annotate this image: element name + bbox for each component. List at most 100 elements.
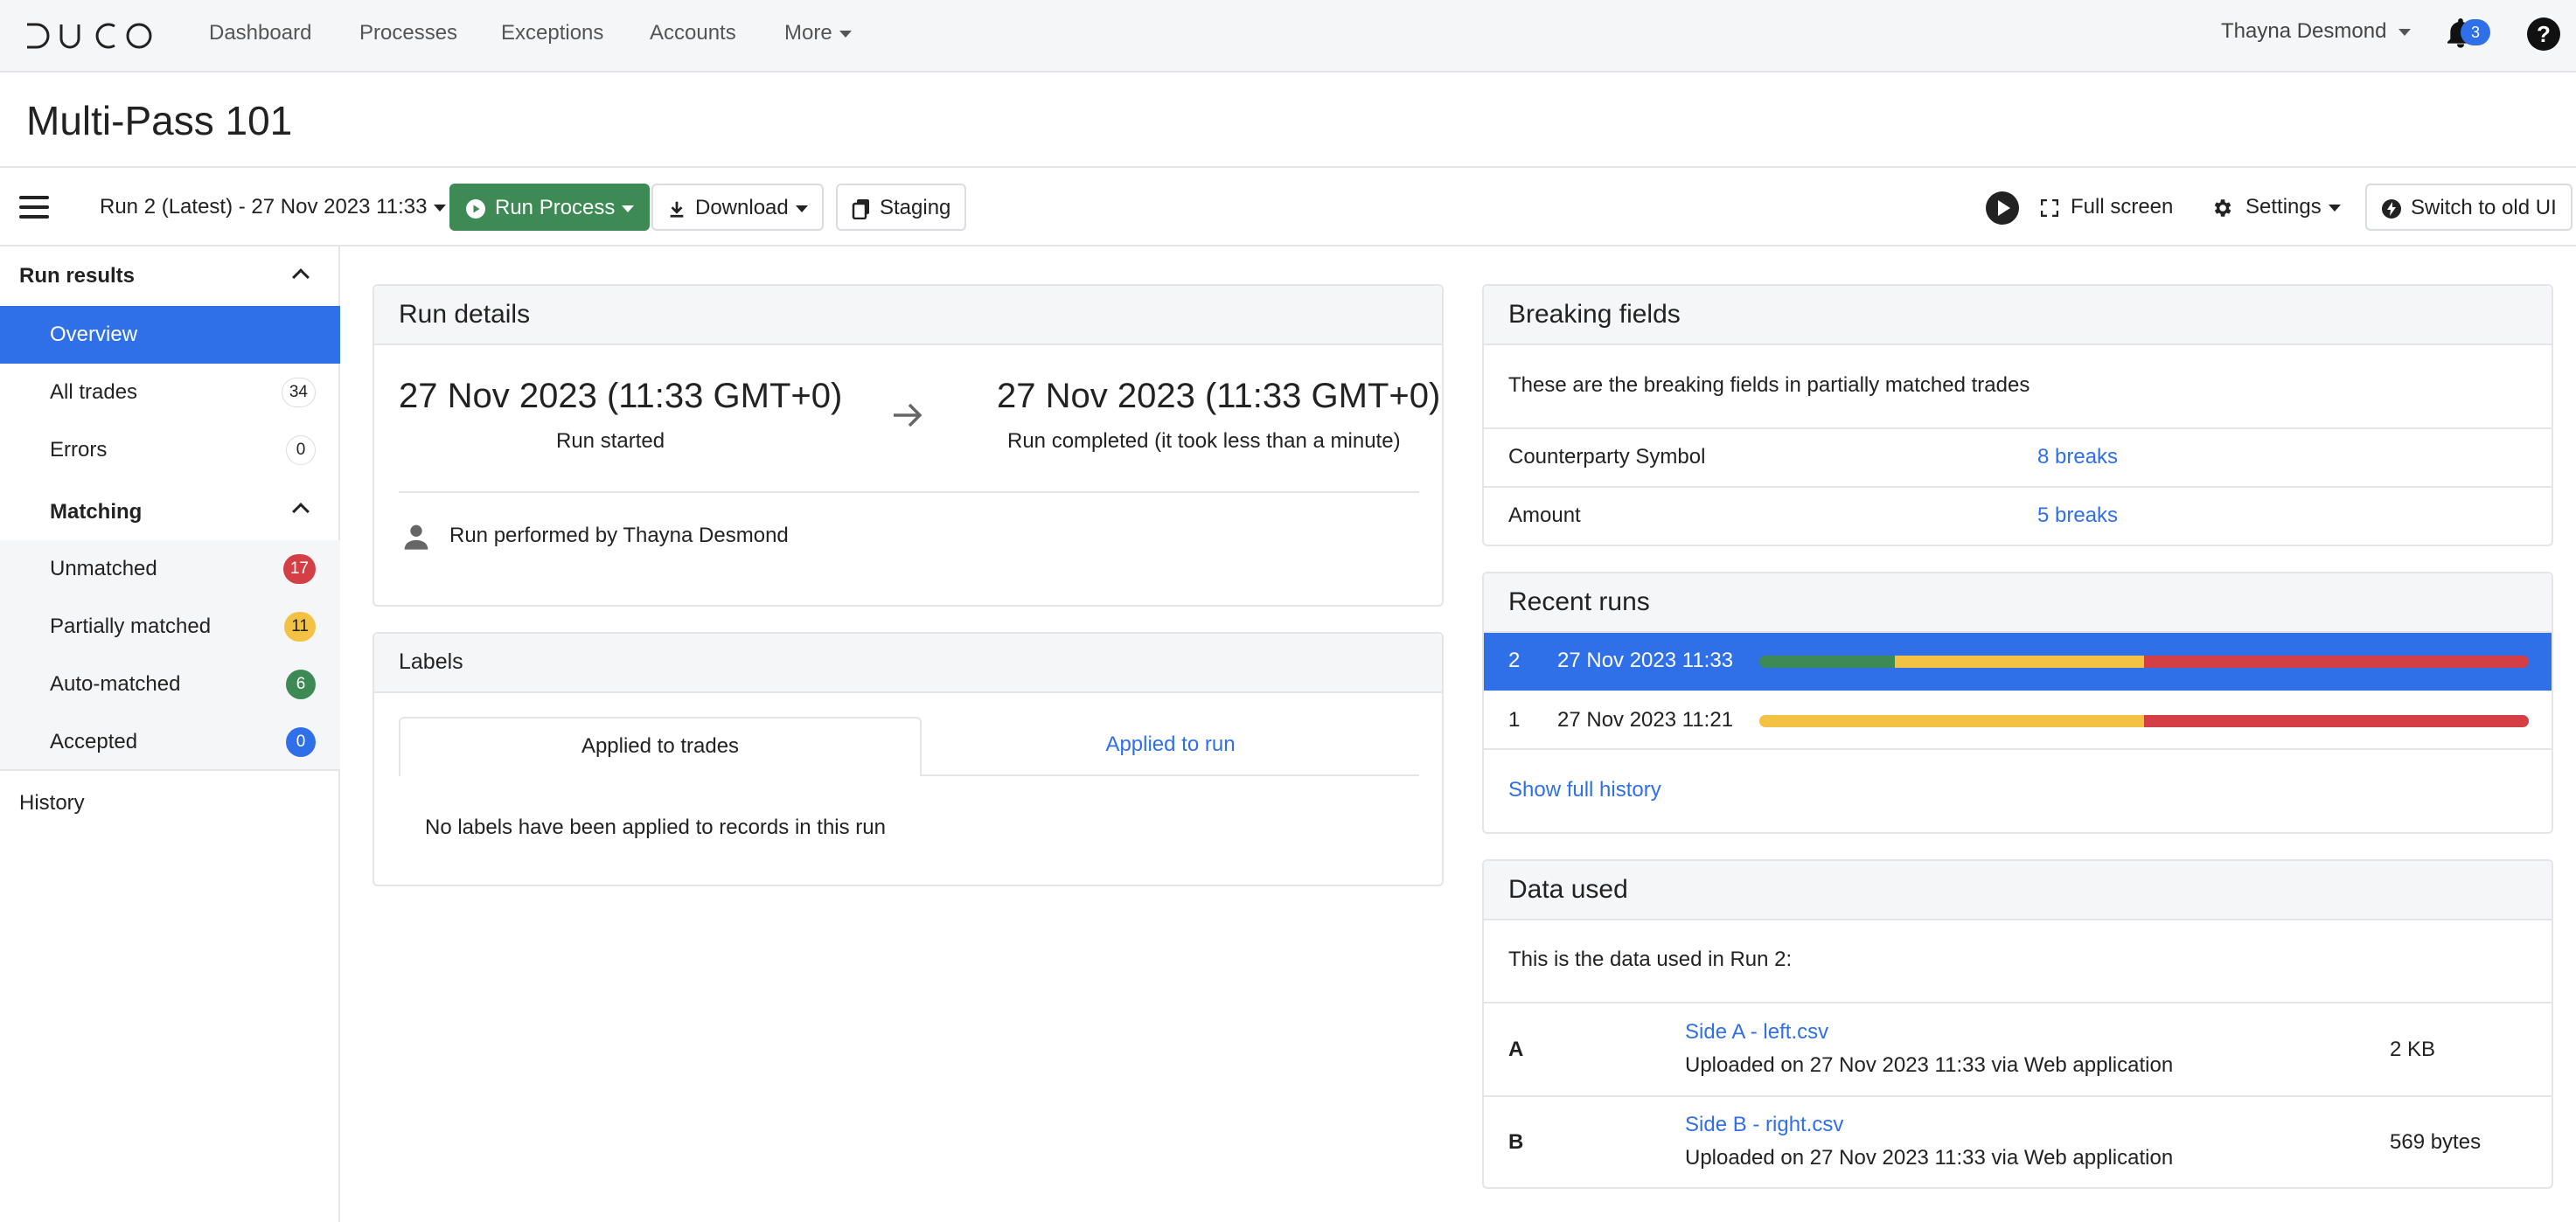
run-select-label: Run 2 (Latest) - 27 Nov 2023 11:33 <box>100 195 428 219</box>
sidebar-item-overview[interactable]: Overview <box>0 306 340 364</box>
tab-applied-to-run[interactable]: Applied to run <box>922 717 1419 774</box>
file-side: B <box>1508 1130 1524 1154</box>
labels-panel: Labels Applied to trades Applied to run … <box>372 632 1444 886</box>
panel-header: Breaking fields <box>1484 286 2552 345</box>
nav-more-label: More <box>784 21 832 45</box>
file-side: A <box>1508 1038 1524 1061</box>
expand-icon <box>2040 198 2059 217</box>
settings-button[interactable]: Settings <box>2210 192 2341 222</box>
chevron-up-icon[interactable] <box>292 268 310 286</box>
show-full-history-link[interactable]: Show full history <box>1508 778 1661 802</box>
recent-runs-panel: Recent runs 2 27 Nov 2023 11:33 1 27 Nov… <box>1482 572 2553 834</box>
file-size: 569 bytes <box>2390 1130 2482 1154</box>
sidebar-item-label: All trades <box>50 380 138 404</box>
run-start-label: Run started <box>556 429 665 453</box>
download-button[interactable]: Download <box>651 184 824 231</box>
count-badge: 17 <box>282 554 316 584</box>
breaking-field-name: Counterparty Symbol <box>1508 445 1706 469</box>
tab-label: Applied to run <box>1105 733 1236 756</box>
help-icon[interactable]: ? <box>2527 17 2560 51</box>
play-icon[interactable] <box>1985 191 2020 226</box>
breaking-fields-panel: Breaking fields These are the breaking f… <box>1482 284 2553 546</box>
sidebar-item-label: Accepted <box>50 730 138 753</box>
nav-processes[interactable]: Processes <box>359 19 457 47</box>
person-icon <box>404 524 428 550</box>
run-process-label: Run Process <box>495 196 616 219</box>
run-process-button[interactable]: Run Process <box>449 184 651 231</box>
staging-button[interactable]: Staging <box>836 184 967 231</box>
panel-title: Run details <box>399 300 531 329</box>
tab-applied-to-trades[interactable]: Applied to trades <box>399 717 922 776</box>
recent-run-row[interactable]: 1 27 Nov 2023 11:21 <box>1484 691 2552 750</box>
gear-icon <box>2214 198 2231 217</box>
copy-file-icon <box>852 198 869 219</box>
staging-label: Staging <box>880 196 951 219</box>
sidebar-item-unmatched[interactable]: Unmatched 17 <box>0 540 340 598</box>
divider <box>1484 1002 2552 1003</box>
panel-header: Data used <box>1484 861 2552 920</box>
sidebar-item-history[interactable]: History <box>0 774 340 832</box>
bar-segment-partially-matched <box>1895 656 2144 668</box>
chevron-up-icon[interactable] <box>292 503 310 520</box>
bolt-circle-icon <box>2382 198 2401 219</box>
sidebar-item-partially-matched[interactable]: Partially matched 11 <box>0 598 340 656</box>
sidebar-item-auto-matched[interactable]: Auto-matched 6 <box>0 656 340 713</box>
nav-more[interactable]: More <box>784 19 852 47</box>
bar-segment-auto-matched <box>1759 656 1896 668</box>
play-circle-icon <box>466 198 485 219</box>
caret-down-icon <box>2328 204 2341 212</box>
run-end-label: Run completed (it took less than a minut… <box>1007 429 1401 453</box>
run-number: 1 <box>1508 708 1521 732</box>
nav-exceptions[interactable]: Exceptions <box>501 19 603 47</box>
settings-label: Settings <box>2245 195 2322 219</box>
duco-logo[interactable] <box>24 17 156 54</box>
count-badge: 0 <box>286 727 316 757</box>
divider <box>1484 427 2552 429</box>
file-name-link[interactable]: Side B - right.csv <box>1685 1113 1843 1137</box>
notification-count-badge: 3 <box>2461 19 2490 45</box>
file-uploaded: Uploaded on 27 Nov 2023 11:33 via Web ap… <box>1685 1146 2174 1170</box>
run-select[interactable]: Run 2 (Latest) - 27 Nov 2023 11:33 <box>100 192 447 222</box>
user-menu[interactable]: Thayna Desmond <box>2221 19 2412 44</box>
data-used-panel: Data used This is the data used in Run 2… <box>1482 859 2553 1189</box>
sidebar: Run results Overview All trades 34 Error… <box>0 246 340 1222</box>
full-screen-button[interactable]: Full screen <box>2040 192 2174 222</box>
bar-segment-unmatched <box>2143 656 2529 668</box>
caret-down-icon <box>839 30 852 38</box>
sidebar-item-errors[interactable]: Errors 0 <box>0 421 340 479</box>
bar-segment-partially-matched <box>1759 715 2144 727</box>
download-label: Download <box>695 196 789 219</box>
full-screen-label: Full screen <box>2071 195 2174 219</box>
breaking-field-breaks-link[interactable]: 5 breaks <box>2037 503 2118 528</box>
sidebar-item-label: Errors <box>50 438 108 462</box>
run-performed-by: Run performed by Thayna Desmond <box>449 524 789 547</box>
caret-down-icon <box>795 205 808 212</box>
breaking-field-breaks-link[interactable]: 8 breaks <box>2037 445 2118 469</box>
sidebar-item-all-trades[interactable]: All trades 34 <box>0 364 340 421</box>
sidebar-section-matching[interactable]: Matching <box>50 500 142 524</box>
sidebar-item-label: Unmatched <box>50 557 157 580</box>
toolbar: Run 2 (Latest) - 27 Nov 2023 11:33 Run P… <box>0 168 2576 246</box>
count-badge: 11 <box>284 612 316 642</box>
tab-label: Applied to trades <box>581 734 740 758</box>
sidebar-section-run-results[interactable]: Run results <box>19 264 135 288</box>
bar-segment-unmatched <box>2144 715 2529 727</box>
run-start-time: 27 Nov 2023 (11:33 GMT+0) <box>399 377 843 415</box>
divider <box>1484 1095 2552 1097</box>
run-result-bar <box>1759 656 2529 668</box>
switch-old-ui-label: Switch to old UI <box>2411 196 2557 219</box>
divider <box>1484 486 2552 488</box>
sidebar-item-accepted[interactable]: Accepted 0 <box>0 713 340 771</box>
breaking-fields-description: These are the breaking fields in partial… <box>1508 373 2030 397</box>
caret-down-icon <box>2398 28 2412 36</box>
file-name-link[interactable]: Side A - left.csv <box>1685 1020 1828 1045</box>
nav-dashboard[interactable]: Dashboard <box>209 19 311 47</box>
nav-accounts[interactable]: Accounts <box>650 19 736 47</box>
file-size: 2 KB <box>2390 1038 2436 1061</box>
top-navigation: Dashboard Processes Exceptions Accounts … <box>0 0 2576 73</box>
recent-run-row[interactable]: 2 27 Nov 2023 11:33 <box>1484 633 2552 691</box>
menu-icon[interactable] <box>19 196 49 219</box>
panel-header: Recent runs <box>1484 573 2552 633</box>
count-badge: 6 <box>286 670 316 699</box>
switch-old-ui-button[interactable]: Switch to old UI <box>2365 184 2573 231</box>
